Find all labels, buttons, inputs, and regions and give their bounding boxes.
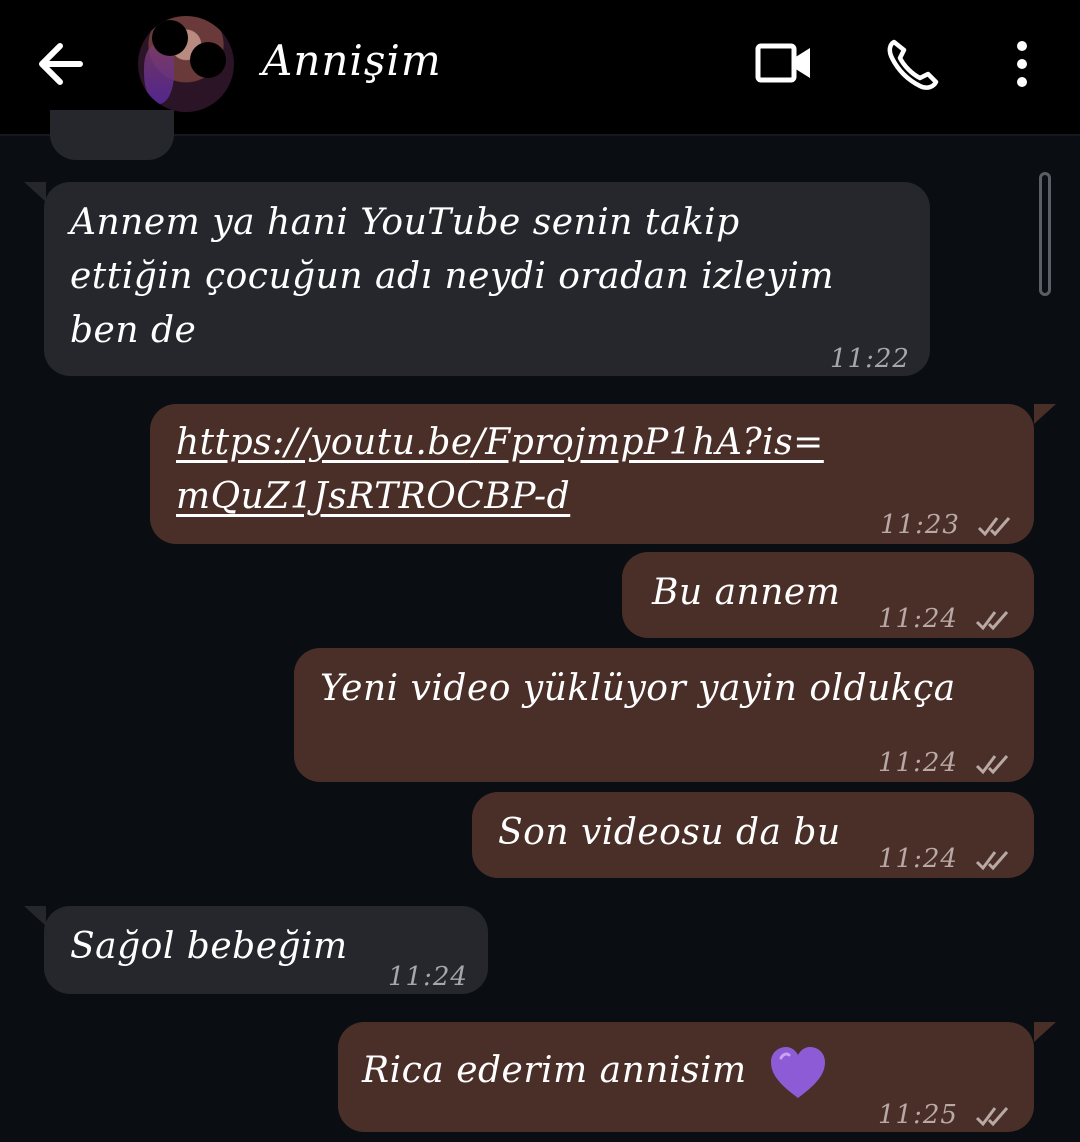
message-time: 11:23	[880, 510, 960, 540]
message-bubble-incoming[interactable]: Sağol bebeğim 11:24	[44, 906, 488, 994]
arrow-left-icon	[39, 43, 83, 85]
message-time: 11:22	[830, 344, 910, 374]
message-bubble-incoming[interactable]: Annem ya hani YouTube senin takip ettiği…	[44, 182, 930, 376]
contact-name[interactable]: Annişim	[262, 36, 442, 85]
message-text: Bu annem	[652, 572, 841, 613]
message-time: 11:25	[878, 1100, 958, 1130]
scrollbar[interactable]	[1039, 172, 1051, 296]
bubble-tail	[24, 906, 46, 926]
message-meta: 11:24	[878, 736, 1013, 790]
message-line: ben de	[70, 310, 197, 351]
message-text: Yeni video yüklüyor yayin oldukça	[320, 668, 956, 709]
message-time: 11:24	[388, 962, 468, 992]
link-text[interactable]: https://youtu.be/FprojmpP1hA?is=	[176, 416, 824, 470]
video-call-icon	[755, 43, 810, 83]
bubble-tail	[24, 182, 46, 202]
message-meta: 11:24	[878, 832, 1013, 886]
back-button[interactable]	[30, 36, 94, 92]
message-text: Annem ya hani YouTube senin takip ettiği…	[70, 196, 834, 358]
link-text[interactable]: mQuZ1JsRTROCBP-d	[176, 470, 824, 524]
previous-message-stub	[50, 110, 174, 160]
bubble-tail	[1034, 404, 1056, 424]
message-bubble-outgoing[interactable]: Rica ederim annisim 11:25	[338, 1022, 1034, 1132]
contact-avatar[interactable]	[138, 16, 234, 112]
message-bubble-outgoing[interactable]: Son videosu da bu 11:24	[472, 792, 1034, 878]
more-options-button[interactable]	[992, 34, 1052, 94]
phone-icon	[887, 39, 939, 90]
more-vertical-icon	[1017, 41, 1027, 87]
double-check-icon	[978, 517, 1011, 537]
message-line: Rica ederim annisim	[362, 1050, 747, 1091]
message-time: 11:24	[878, 844, 958, 874]
message-bubble-outgoing[interactable]: https://youtu.be/FprojmpP1hA?is= mQuZ1Js…	[150, 404, 1034, 544]
message-time: 11:24	[878, 748, 958, 778]
purple-heart-icon	[770, 1047, 825, 1098]
message-text: Rica ederim annisim	[362, 1044, 827, 1100]
message-meta: 11:25	[878, 1088, 1013, 1142]
message-text: Son videosu da bu	[498, 812, 841, 853]
bubble-tail	[1034, 1022, 1056, 1042]
double-check-icon	[976, 611, 1009, 631]
message-text: https://youtu.be/FprojmpP1hA?is= mQuZ1Js…	[176, 416, 824, 524]
message-bubble-outgoing[interactable]: Bu annem 11:24	[622, 552, 1034, 638]
video-call-button[interactable]	[752, 34, 812, 94]
voice-call-button[interactable]	[880, 34, 940, 94]
message-time: 11:24	[878, 604, 958, 634]
double-check-icon	[976, 851, 1009, 871]
message-meta: 11:23	[880, 498, 1015, 552]
double-check-icon	[976, 1107, 1009, 1127]
message-text: Sağol bebeğim	[70, 926, 348, 967]
double-check-icon	[976, 755, 1009, 775]
message-line: Annem ya hani YouTube senin takip	[70, 202, 740, 243]
message-meta: 11:24	[878, 592, 1013, 646]
message-line: ettiğin çocuğun adı neydi oradan izleyim	[70, 256, 835, 297]
message-bubble-outgoing[interactable]: Yeni video yüklüyor yayin oldukça 11:24	[294, 648, 1034, 782]
